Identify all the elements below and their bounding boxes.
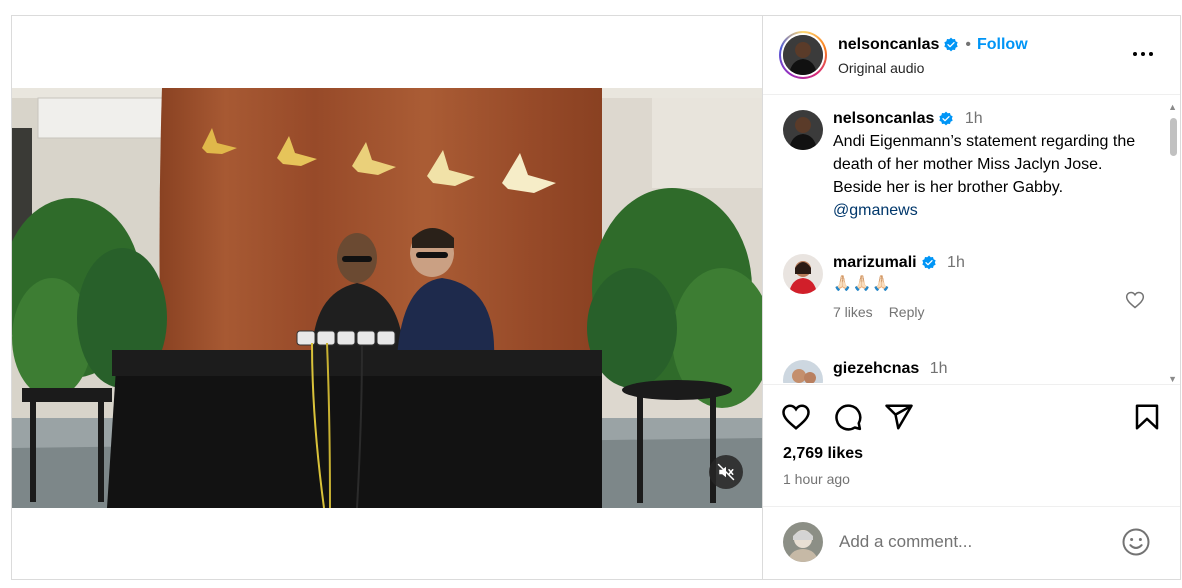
post-timestamp[interactable]: 1 hour ago xyxy=(783,471,850,487)
caption-author-avatar[interactable] xyxy=(783,110,823,150)
more-options-icon[interactable] xyxy=(1131,44,1155,64)
commenter-avatar[interactable] xyxy=(783,254,823,294)
scroll-down-arrow-icon[interactable]: ▼ xyxy=(1168,374,1177,384)
video-frame xyxy=(12,88,762,508)
follow-button[interactable]: Follow xyxy=(977,36,1028,54)
comment-username[interactable]: marizumali xyxy=(833,254,917,272)
smiley-icon[interactable] xyxy=(1121,527,1151,557)
comment-username[interactable]: giezehcnas xyxy=(833,360,919,378)
comment-icon[interactable] xyxy=(833,402,863,432)
comment-reply-button[interactable]: Reply xyxy=(889,304,925,320)
caption-time[interactable]: 1h xyxy=(965,110,983,127)
verified-badge-icon xyxy=(939,111,954,126)
story-ring[interactable] xyxy=(779,31,827,79)
comment-text: 🙏🏻🙏🏻🙏🏻 xyxy=(833,275,893,292)
add-comment-bar xyxy=(763,506,1180,579)
post-actions: 2,769 likes 1 hour ago xyxy=(763,384,1180,506)
muted-speaker-icon xyxy=(717,463,735,481)
scrollbar-thumb[interactable] xyxy=(1170,118,1177,156)
comments-scrollbar[interactable]: ▲ ▼ xyxy=(1164,102,1180,384)
current-user-avatar xyxy=(783,522,823,562)
caption-mention-link[interactable]: @gmanews xyxy=(833,202,918,219)
mute-toggle-button[interactable] xyxy=(709,455,743,489)
comment-heart-icon[interactable] xyxy=(1125,290,1145,310)
original-audio-link[interactable]: Original audio xyxy=(838,60,924,76)
post-media xyxy=(12,16,762,579)
scroll-up-arrow-icon[interactable]: ▲ xyxy=(1168,102,1177,112)
caption-username[interactable]: nelsoncanlas xyxy=(833,110,934,128)
separator-dot: • xyxy=(965,36,971,53)
author-username[interactable]: nelsoncanlas xyxy=(838,36,939,54)
comment-time[interactable]: 1h xyxy=(930,360,948,377)
comment-likes-count[interactable]: 7 likes xyxy=(833,304,873,320)
verified-badge-icon xyxy=(944,37,959,52)
post-side-panel: nelsoncanlas • Follow Original audio nel… xyxy=(762,16,1180,579)
caption-text: Andi Eigenmann’s statement regarding the… xyxy=(833,133,1136,196)
comment-time[interactable]: 1h xyxy=(947,254,965,271)
likes-count[interactable]: 2,769 likes xyxy=(783,445,863,463)
verified-badge-icon xyxy=(921,255,936,270)
comments-list[interactable]: nelsoncanlas 1h Andi Eigenmann’s stateme… xyxy=(763,96,1180,383)
bookmark-icon[interactable] xyxy=(1132,402,1162,432)
commenter-avatar[interactable] xyxy=(783,360,823,383)
author-avatar[interactable] xyxy=(783,35,823,75)
share-icon[interactable] xyxy=(884,402,914,432)
post-header: nelsoncanlas • Follow Original audio xyxy=(763,16,1180,95)
heart-icon[interactable] xyxy=(781,402,811,432)
add-comment-input[interactable] xyxy=(839,529,1109,555)
video-player[interactable] xyxy=(12,88,762,508)
instagram-post: nelsoncanlas • Follow Original audio nel… xyxy=(11,15,1181,580)
